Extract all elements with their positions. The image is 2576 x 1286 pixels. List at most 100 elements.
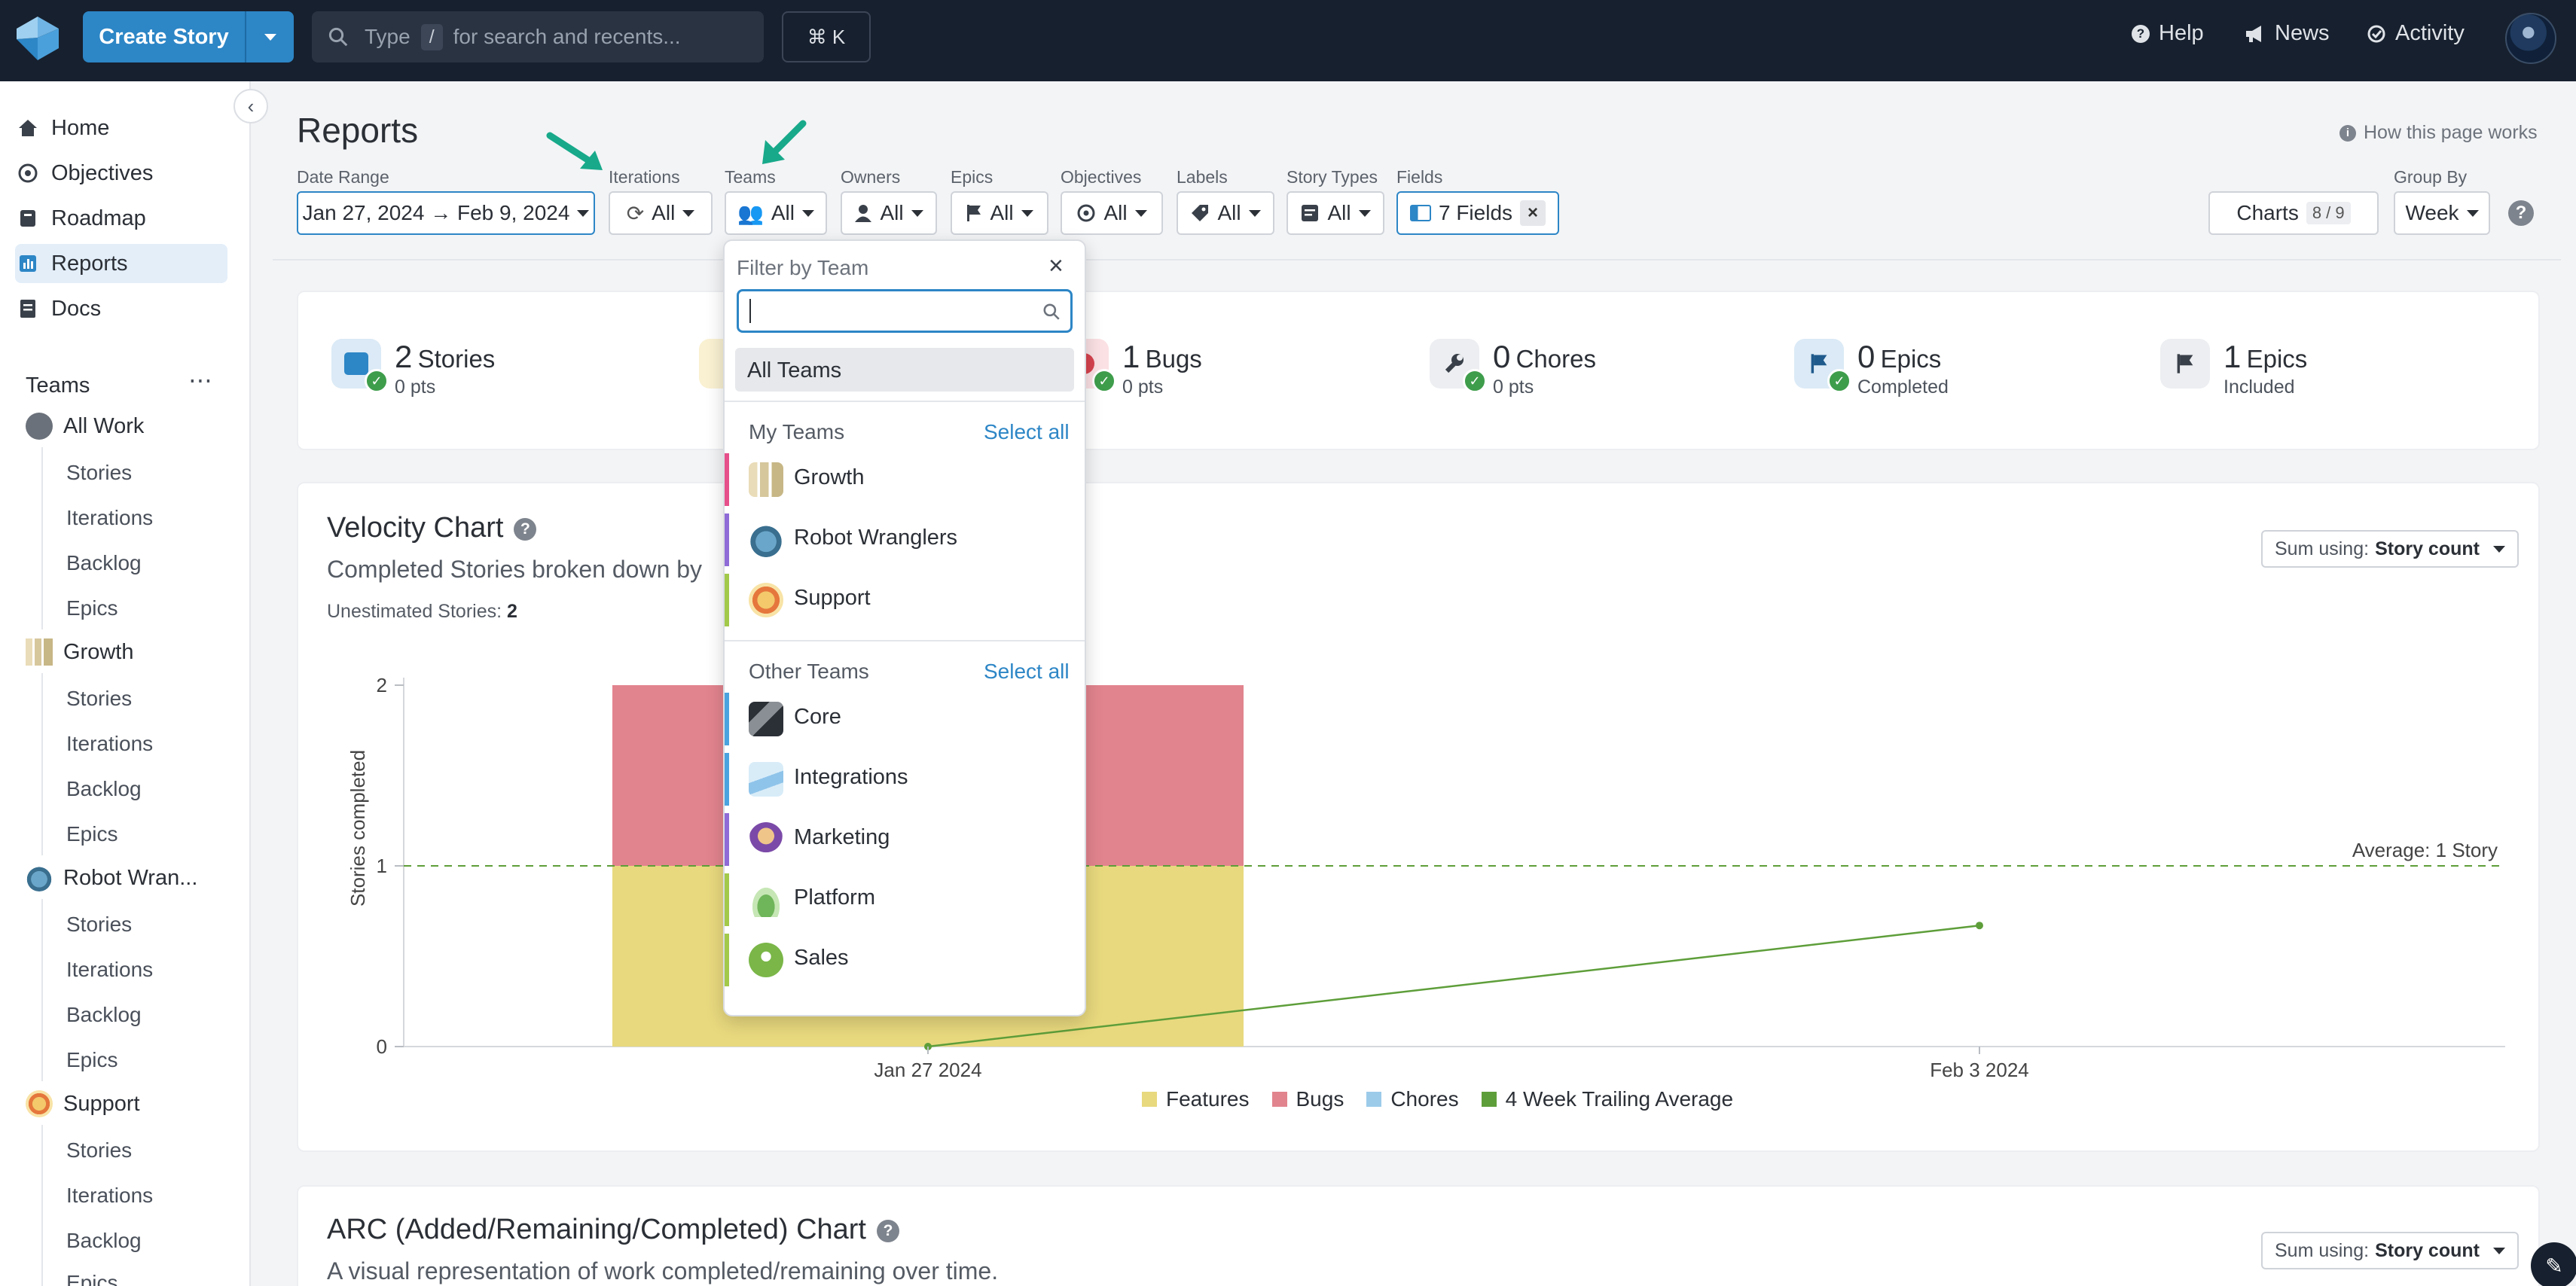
growth-backlog[interactable]: Backlog xyxy=(66,777,142,801)
story-type-icon xyxy=(1302,205,1319,221)
story-icon: ✓ xyxy=(331,339,389,393)
objectives-select[interactable]: All xyxy=(1061,191,1163,235)
team-all-work[interactable]: All Work xyxy=(26,413,144,440)
team-option-support[interactable]: Support xyxy=(725,569,1085,629)
command-k-button[interactable]: ⌘ K xyxy=(782,11,871,62)
support-epics[interactable]: Epics xyxy=(66,1271,118,1286)
all-work-backlog[interactable]: Backlog xyxy=(66,551,142,575)
arc-sum-select[interactable]: Sum using: Story count xyxy=(2261,1232,2519,1269)
iterations-select[interactable]: ⟳ All xyxy=(609,191,713,235)
growth-stories[interactable]: Stories xyxy=(66,687,132,711)
all-work-stories[interactable]: Stories xyxy=(66,461,132,485)
team-growth[interactable]: Growth xyxy=(26,638,133,666)
news-link[interactable]: News xyxy=(2245,21,2330,46)
team-robot-wranglers[interactable]: Robot Wran... xyxy=(26,864,197,891)
fields-icon xyxy=(1409,205,1431,221)
separator xyxy=(725,401,1085,402)
team-option-marketing[interactable]: Marketing xyxy=(725,809,1085,869)
charts-select[interactable]: Charts 8 / 9 xyxy=(2208,191,2379,235)
support-team-icon xyxy=(749,583,783,617)
team-search-input[interactable] xyxy=(737,289,1073,333)
team-option-integrations[interactable]: Integrations xyxy=(725,748,1085,809)
objectives-icon xyxy=(15,160,41,186)
team-option-sales[interactable]: Sales xyxy=(725,929,1085,989)
team-option-growth[interactable]: Growth xyxy=(725,449,1085,509)
news-label: News xyxy=(2275,21,2330,45)
team-option-robot-wranglers[interactable]: Robot Wranglers xyxy=(725,509,1085,569)
growth-iterations[interactable]: Iterations xyxy=(66,732,153,756)
search-input[interactable]: Type / for search and recents... xyxy=(312,11,764,62)
collapse-sidebar-button[interactable]: ‹ xyxy=(233,89,268,123)
nav-docs[interactable]: Docs xyxy=(15,291,101,327)
fields-select[interactable]: 7 Fields × xyxy=(1396,191,1559,235)
tree-line xyxy=(41,447,43,629)
other-teams-select-all[interactable]: Select all xyxy=(984,660,1070,684)
pin-icon[interactable]: ✎ xyxy=(2531,1242,2576,1286)
legend-trailing-average[interactable]: 4 Week Trailing Average xyxy=(1506,1087,1733,1111)
close-icon[interactable]: × xyxy=(1048,251,1064,281)
legend-chores[interactable]: Chores xyxy=(1390,1087,1458,1111)
group-by-select[interactable]: Week xyxy=(2394,191,2490,235)
legend-swatch-trailing-average xyxy=(1481,1092,1497,1107)
help-circle-icon[interactable]: ? xyxy=(514,517,537,541)
y-axis-label: Stories completed xyxy=(346,750,369,907)
nav-roadmap[interactable]: Roadmap xyxy=(15,200,146,236)
tag-icon xyxy=(1192,205,1209,221)
separator xyxy=(725,640,1085,641)
tree-line xyxy=(41,1125,43,1286)
robot-iterations[interactable]: Iterations xyxy=(66,958,153,982)
date-range-select[interactable]: Jan 27, 2024 → Feb 9, 2024 xyxy=(297,191,595,235)
team-option-core[interactable]: Core xyxy=(725,688,1085,748)
story-types-value: All xyxy=(1327,201,1351,224)
teams-filter-icon: 👥 xyxy=(737,201,764,225)
support-backlog[interactable]: Backlog xyxy=(66,1229,142,1253)
clear-fields-icon[interactable]: × xyxy=(1520,200,1546,226)
my-teams-select-all[interactable]: Select all xyxy=(984,420,1070,444)
chevron-down-icon xyxy=(1358,209,1371,217)
team-option-label: Core xyxy=(794,705,841,729)
arc-title-text: ARC (Added/Remaining/Completed) Chart xyxy=(327,1214,866,1245)
nav-reports[interactable]: Reports xyxy=(15,244,227,283)
all-work-iterations[interactable]: Iterations xyxy=(66,506,153,530)
legend-features[interactable]: Features xyxy=(1166,1087,1250,1111)
user-avatar[interactable] xyxy=(2505,13,2556,64)
team-color-bar xyxy=(725,813,729,866)
flag-icon xyxy=(967,205,981,221)
team-robot-wranglers-label: Robot Wran... xyxy=(63,865,198,890)
robot-epics[interactable]: Epics xyxy=(66,1048,118,1072)
nav-objectives[interactable]: Objectives xyxy=(15,155,153,191)
epics-select[interactable]: All xyxy=(951,191,1048,235)
search-icon xyxy=(1043,303,1060,320)
owners-select[interactable]: All xyxy=(841,191,937,235)
robot-stories[interactable]: Stories xyxy=(66,913,132,937)
team-option-platform[interactable]: Platform xyxy=(725,869,1085,929)
stat-bugs-sub: 0 pts xyxy=(1122,376,1164,398)
nav-home[interactable]: Home xyxy=(15,110,109,146)
story-types-select[interactable]: All xyxy=(1286,191,1384,235)
create-story-button[interactable]: Create Story xyxy=(83,11,294,62)
platform-team-icon xyxy=(749,882,783,917)
shortcut-logo-icon[interactable] xyxy=(15,15,60,62)
growth-epics[interactable]: Epics xyxy=(66,822,118,846)
velocity-sum-select[interactable]: Sum using: Story count xyxy=(2261,530,2519,568)
support-stories[interactable]: Stories xyxy=(66,1138,132,1163)
how-page-works-link[interactable]: i How this page works xyxy=(2339,122,2538,144)
labels-select[interactable]: All xyxy=(1177,191,1274,235)
support-iterations[interactable]: Iterations xyxy=(66,1184,153,1208)
help-circle-icon[interactable]: ? xyxy=(2508,200,2534,226)
help-circle-icon[interactable]: ? xyxy=(877,1219,899,1242)
all-work-epics[interactable]: Epics xyxy=(66,596,118,620)
help-link[interactable]: ? Help xyxy=(2132,21,2204,46)
growth-team-icon xyxy=(749,462,783,497)
create-story-dropdown[interactable] xyxy=(245,11,294,62)
all-teams-option[interactable]: All Teams xyxy=(735,348,1074,392)
team-support[interactable]: Support xyxy=(26,1090,140,1117)
teams-more-icon[interactable]: ⋯ xyxy=(188,366,212,395)
stat-chores-unit: Chores xyxy=(1515,345,1596,373)
legend-bugs[interactable]: Bugs xyxy=(1296,1087,1344,1111)
team-color-bar xyxy=(725,934,729,986)
activity-link[interactable]: Activity xyxy=(2367,21,2465,46)
robot-backlog[interactable]: Backlog xyxy=(66,1003,142,1027)
teams-select[interactable]: 👥 All xyxy=(725,191,827,235)
objectives-label: Objectives xyxy=(1061,167,1142,187)
